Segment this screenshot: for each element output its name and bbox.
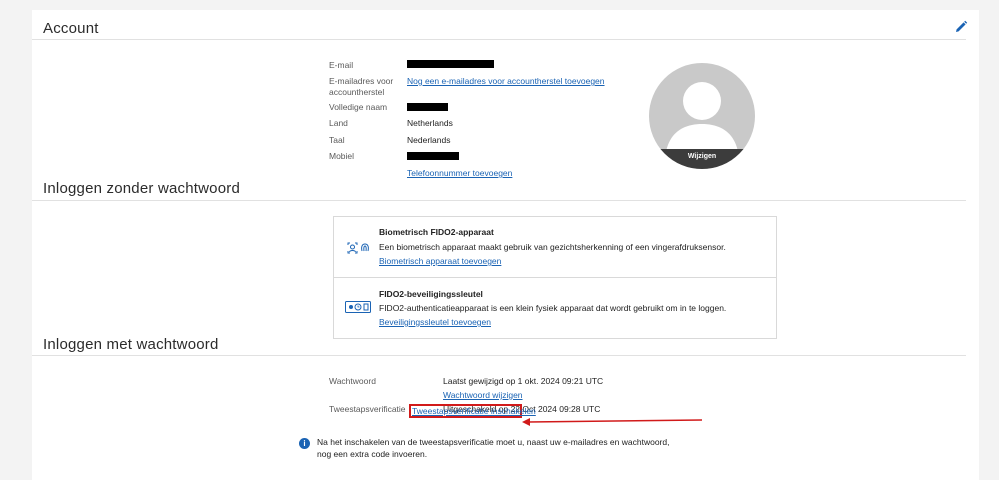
divider	[32, 355, 966, 356]
enable-two-step-link[interactable]: Tweestapsverificatie inschakelen	[412, 406, 536, 417]
redacted-mobile	[407, 152, 459, 160]
fullname-label: Volledige naam	[329, 102, 388, 112]
security-key-icon	[345, 301, 371, 313]
add-security-key-link[interactable]: Beveiligingssleutel toevoegen	[379, 317, 491, 328]
redacted-email	[407, 60, 494, 68]
password-last-changed: Laatst gewijzigd op 1 okt. 2024 09:21 UT…	[443, 376, 604, 386]
biometric-description: Een biometrisch apparaat maakt gebruik v…	[379, 242, 726, 252]
mobile-label: Mobiel	[329, 151, 355, 161]
add-recovery-email-link[interactable]: Nog een e-mailadres voor accountherstel …	[407, 76, 605, 87]
language-value: Nederlands	[407, 135, 451, 145]
language-label: Taal	[329, 135, 345, 145]
security-key-title: FIDO2-beveiligingssleutel	[379, 289, 483, 299]
pencil-edit-icon[interactable]	[954, 20, 968, 34]
password-section-title: Inloggen met wachtwoord	[43, 336, 219, 353]
biometric-title: Biometrisch FIDO2-apparaat	[379, 227, 494, 237]
face-fingerprint-icon	[347, 242, 369, 254]
country-label: Land	[329, 118, 348, 128]
divider	[334, 277, 776, 278]
fido-options-panel: Biometrisch FIDO2-apparaat Een biometris…	[333, 216, 777, 339]
info-icon: i	[299, 438, 310, 449]
redacted-fullname	[407, 103, 448, 111]
recovery-email-label: E-mailadres voor accountherstel	[329, 76, 394, 97]
divider	[32, 39, 966, 40]
change-avatar-button[interactable]: Wijzigen	[649, 149, 755, 169]
two-step-info: Na het inschakelen van de tweestapsverif…	[317, 437, 670, 459]
avatar[interactable]: Wijzigen	[649, 63, 755, 169]
divider	[32, 200, 966, 201]
security-key-description: FIDO2-authenticatieapparaat is een klein…	[379, 303, 727, 313]
add-biometric-link[interactable]: Biometrisch apparaat toevoegen	[379, 256, 501, 267]
email-label: E-mail	[329, 60, 354, 70]
add-phone-link[interactable]: Telefoonnummer toevoegen	[407, 168, 512, 179]
passwordless-title: Inloggen zonder wachtwoord	[43, 180, 240, 197]
red-arrow-icon	[522, 418, 703, 426]
password-label: Wachtwoord	[329, 376, 376, 386]
two-step-label: Tweestapsverificatie	[329, 404, 406, 414]
country-value: Netherlands	[407, 118, 453, 128]
account-title: Account	[43, 20, 99, 37]
change-password-link[interactable]: Wachtwoord wijzigen	[443, 390, 523, 401]
